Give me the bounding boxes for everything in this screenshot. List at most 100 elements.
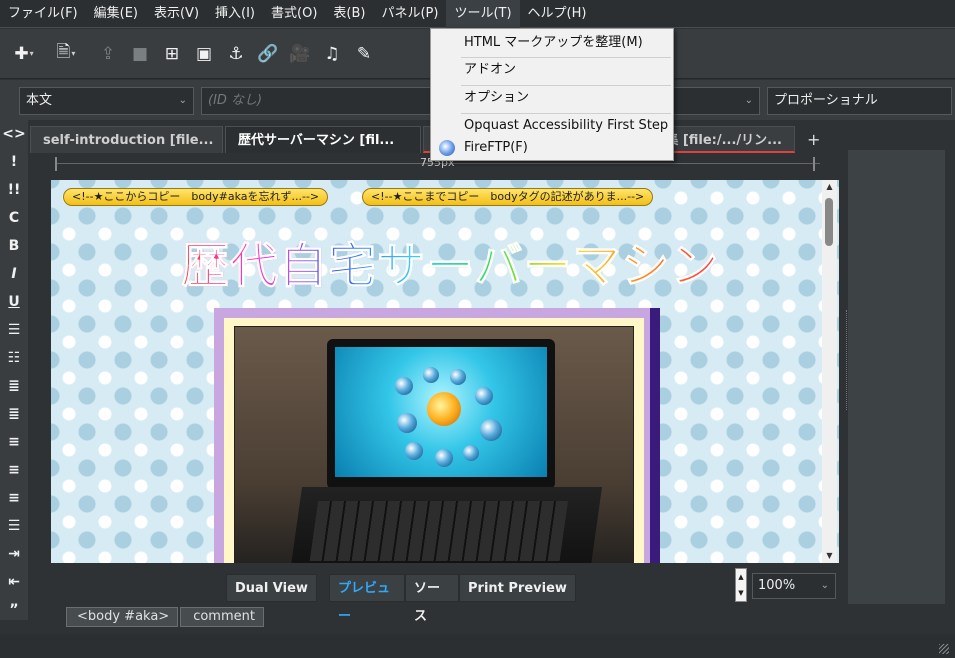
menu-item-opquast[interactable]: Opquast Accessibility First Step — [431, 115, 673, 137]
photo-frame-inner — [224, 318, 644, 563]
video-button[interactable]: 🎥 — [286, 40, 314, 68]
laptop-keyboard — [287, 487, 603, 563]
page-title: 歴代自宅サーバーマシン — [181, 226, 720, 296]
scroll-down-icon[interactable]: ▼ — [822, 549, 837, 563]
menu-file[interactable]: ファイル(F) — [0, 0, 86, 28]
align-left-button[interactable]: ≡ — [0, 428, 28, 456]
plus-icon: ✚ — [14, 43, 29, 64]
numbered-list-button[interactable]: ☷ — [0, 344, 28, 372]
class-select[interactable]: ⌄ — [672, 87, 760, 115]
menu-format[interactable]: 書式(O) — [263, 0, 325, 28]
menu-item-fireftp[interactable]: FireFTP(F) — [431, 137, 673, 159]
form-button[interactable]: ✎ — [350, 40, 378, 68]
strong-important-button[interactable]: !! — [0, 176, 28, 204]
menu-help[interactable]: ヘルプ(H) — [520, 0, 595, 28]
ruler-right-handle[interactable] — [813, 157, 815, 171]
zoom-value: 100% — [758, 578, 796, 593]
menu-view[interactable]: 表示(V) — [146, 0, 207, 28]
resize-grip-icon[interactable] — [939, 644, 949, 654]
preview-button[interactable]: プレビュー — [329, 574, 405, 624]
html-tag-button[interactable]: <> — [0, 120, 28, 148]
indent-icon: ≣ — [8, 406, 20, 422]
menu-table[interactable]: 表(B) — [325, 0, 373, 28]
outdent-button[interactable]: ≣ — [0, 372, 28, 400]
code-button[interactable]: C — [0, 204, 28, 232]
laptop-photo[interactable] — [234, 326, 634, 563]
align-center-icon: ≡ — [8, 462, 20, 478]
comment-badge-start[interactable]: <!--★ここからコピー body#akaを忘れず...--> — [63, 188, 329, 206]
new-tab-button[interactable]: + — [797, 126, 830, 153]
menu-tools[interactable]: ツール(T) — [446, 0, 520, 28]
print-preview-button[interactable]: Print Preview — [459, 574, 576, 602]
ruler-left-handle[interactable] — [55, 157, 57, 171]
underline-button[interactable]: U — [0, 288, 28, 316]
menu-separator — [461, 85, 671, 86]
paragraph-format-select[interactable]: 本文 ⌄ — [19, 87, 194, 115]
menu-edit[interactable]: 編集(E) — [86, 0, 146, 28]
menu-item-addons[interactable]: アドオン — [431, 59, 673, 81]
source-button[interactable]: ソース — [405, 574, 459, 624]
breadcrumb-comment[interactable]: comment — [180, 607, 264, 627]
chevron-down-icon: ⌄ — [744, 95, 753, 106]
numbered-list-icon: ☷ — [7, 350, 21, 366]
list-outdent-button[interactable]: ⇤ — [0, 568, 28, 596]
stepper-up-icon[interactable]: ▲ — [736, 569, 746, 585]
menu-panel[interactable]: パネル(P) — [373, 0, 446, 28]
side-panel — [848, 150, 945, 604]
breadcrumb-body[interactable]: <body #aka> — [66, 607, 179, 627]
table-icon: ⊞ — [164, 43, 180, 64]
upload-icon: ⇪ — [100, 43, 116, 64]
new-button[interactable]: ✚ ▾ — [10, 40, 38, 68]
link-button[interactable]: 🔗 — [254, 40, 282, 68]
laptop-lid — [327, 339, 555, 489]
dual-view-button[interactable]: Dual View — [226, 574, 317, 602]
scrollbar-thumb[interactable] — [825, 198, 833, 246]
font-select-value: プロポーショナル — [774, 93, 878, 108]
bold-button[interactable]: B — [0, 232, 28, 260]
table-button[interactable]: ⊞ — [158, 40, 186, 68]
tab-self-introduction[interactable]: self-introduction [file... — [30, 126, 223, 153]
menu-item-options[interactable]: オプション — [431, 87, 673, 109]
align-center-button[interactable]: ≡ — [0, 456, 28, 484]
audio-button[interactable]: ♫ — [318, 40, 346, 68]
open-button[interactable]: 🗎 ▾ — [52, 40, 80, 68]
anchor-button[interactable]: ⚓ — [222, 40, 250, 68]
tab-server-machines[interactable]: 歴代サーバーマシン [fil... — [225, 126, 421, 153]
font-select[interactable]: プロポーショナル — [767, 87, 952, 115]
wysiwyg-editor[interactable]: <!--★ここからコピー body#akaを忘れず...--> <!--★ここま… — [51, 180, 839, 563]
list-indent-button[interactable]: ⇥ — [0, 540, 28, 568]
video-camera-icon: 🎥 — [289, 43, 311, 64]
outdent-icon: ≣ — [8, 378, 20, 394]
tools-menu-dropdown: HTML マークアップを整理(M) アドオン オプション Opquast Acc… — [430, 28, 674, 161]
justify-icon: ☰ — [7, 518, 21, 534]
menu-insert[interactable]: 挿入(I) — [207, 0, 263, 28]
id-select[interactable]: (ID なし) — [201, 87, 431, 115]
stepper-down-icon[interactable]: ▼ — [736, 585, 746, 601]
image-button[interactable]: ▣ — [190, 40, 218, 68]
editor-scrollbar[interactable]: ▲ ▼ — [822, 180, 837, 563]
bullet-list-button[interactable]: ☰ — [0, 316, 28, 344]
menu-item-tidy-markup[interactable]: HTML マークアップを整理(M) — [431, 32, 673, 54]
zoom-select[interactable]: 100% ⌄ — [752, 573, 836, 599]
zoom-stepper[interactable]: ▲ ▼ — [735, 568, 747, 602]
document-icon: 🗎 — [56, 42, 71, 62]
link-icon: 🔗 — [257, 43, 279, 64]
form-edit-icon: ✎ — [356, 43, 372, 64]
stop-icon: ■ — [131, 43, 149, 64]
quote-button[interactable]: ” — [0, 596, 28, 624]
music-note-icon: ♫ — [324, 43, 340, 64]
comment-badge-end[interactable]: <!--★ここまでコピー bodyタグの記述がありま...--> — [362, 188, 654, 206]
laptop-screen — [335, 347, 547, 477]
element-breadcrumb: <body #aka> comment — [66, 607, 266, 627]
save-button[interactable]: ⇪ — [94, 40, 122, 68]
italic-button[interactable]: I — [0, 260, 28, 288]
align-right-button[interactable]: ≡ — [0, 484, 28, 512]
important-button[interactable]: ! — [0, 148, 28, 176]
quote-icon: ” — [9, 602, 19, 618]
justify-button[interactable]: ☰ — [0, 512, 28, 540]
stop-button[interactable]: ■ — [126, 40, 154, 68]
menubar: ファイル(F) 編集(E) 表示(V) 挿入(I) 書式(O) 表(B) パネル… — [0, 0, 955, 28]
scroll-up-icon[interactable]: ▲ — [822, 180, 837, 194]
image-icon: ▣ — [195, 43, 213, 64]
indent-button[interactable]: ≣ — [0, 400, 28, 428]
